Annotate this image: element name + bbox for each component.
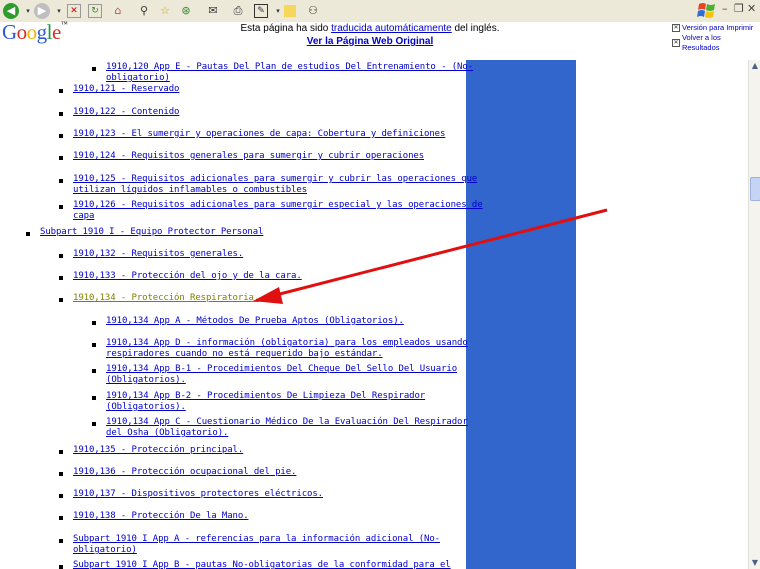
notice-suffix: del inglés. (451, 23, 500, 34)
back-checkbox-icon: ✕ (672, 39, 680, 47)
discuss-icon[interactable] (284, 5, 296, 17)
minimize-button[interactable]: – (722, 2, 728, 15)
print-checkbox-icon: ✕ (672, 24, 680, 32)
edit-icon[interactable]: ✎ (254, 4, 268, 18)
print-version-label: Versión para Imprimir (682, 23, 754, 32)
scroll-up-icon[interactable]: ▲ (749, 60, 760, 72)
mail-icon[interactable]: ✉ (205, 3, 221, 19)
translate-side-links: ✕ Versión para Imprimir ✕ Volver a los Res… (672, 23, 760, 53)
vertical-scrollbar[interactable]: ▲ ▼ (748, 60, 760, 569)
red-arrow-annotation (253, 208, 608, 304)
translation-notice: Esta página ha sido traducida automática… (180, 22, 560, 48)
home-icon[interactable]: ⌂ (110, 3, 126, 19)
close-button[interactable]: ✕ (747, 2, 756, 15)
restore-button[interactable]: ❐ (734, 2, 744, 15)
back-icon[interactable]: ◀ (3, 3, 19, 19)
notice-prefix: Esta página ha sido (240, 23, 332, 34)
messenger-icon[interactable]: ⚇ (305, 3, 321, 19)
print-icon[interactable]: ⎙ (230, 3, 246, 19)
scroll-down-icon[interactable]: ▼ (749, 557, 760, 569)
view-original-link[interactable]: Ver la Página Web Original (307, 36, 434, 47)
scroll-thumb[interactable] (750, 177, 760, 201)
search-icon[interactable]: ⚲ (136, 3, 152, 19)
translated-automatically-link[interactable]: traducida automáticamente (331, 23, 452, 34)
refresh-icon[interactable]: ↻ (88, 4, 102, 18)
stop-icon[interactable]: ✕ (67, 4, 81, 18)
browser-toolbar: ◀ ▾ ▶ ▾ ✕ ↻ ⌂ ⚲ ☆ ⊛ ✉ ⎙ ✎ ▾ ⚇ – ❐ ✕ (0, 0, 760, 23)
windows-logo-icon (697, 3, 715, 18)
forward-dropdown-icon[interactable]: ▾ (51, 3, 67, 19)
favorites-icon[interactable]: ☆ (157, 3, 173, 19)
page-viewport: 1910,120 App E - Pautas Del Plan de estu… (0, 60, 748, 569)
forward-icon[interactable]: ▶ (34, 3, 50, 19)
google-logo[interactable]: Google™ (2, 20, 68, 45)
back-to-results-label: Volver a los Resultados (681, 33, 721, 52)
back-to-results-link[interactable]: ✕ Volver a los Resultados (672, 33, 760, 53)
print-version-link[interactable]: ✕ Versión para Imprimir (672, 23, 760, 33)
google-logo-text: Google (2, 20, 61, 44)
history-icon[interactable]: ⊛ (178, 3, 194, 19)
